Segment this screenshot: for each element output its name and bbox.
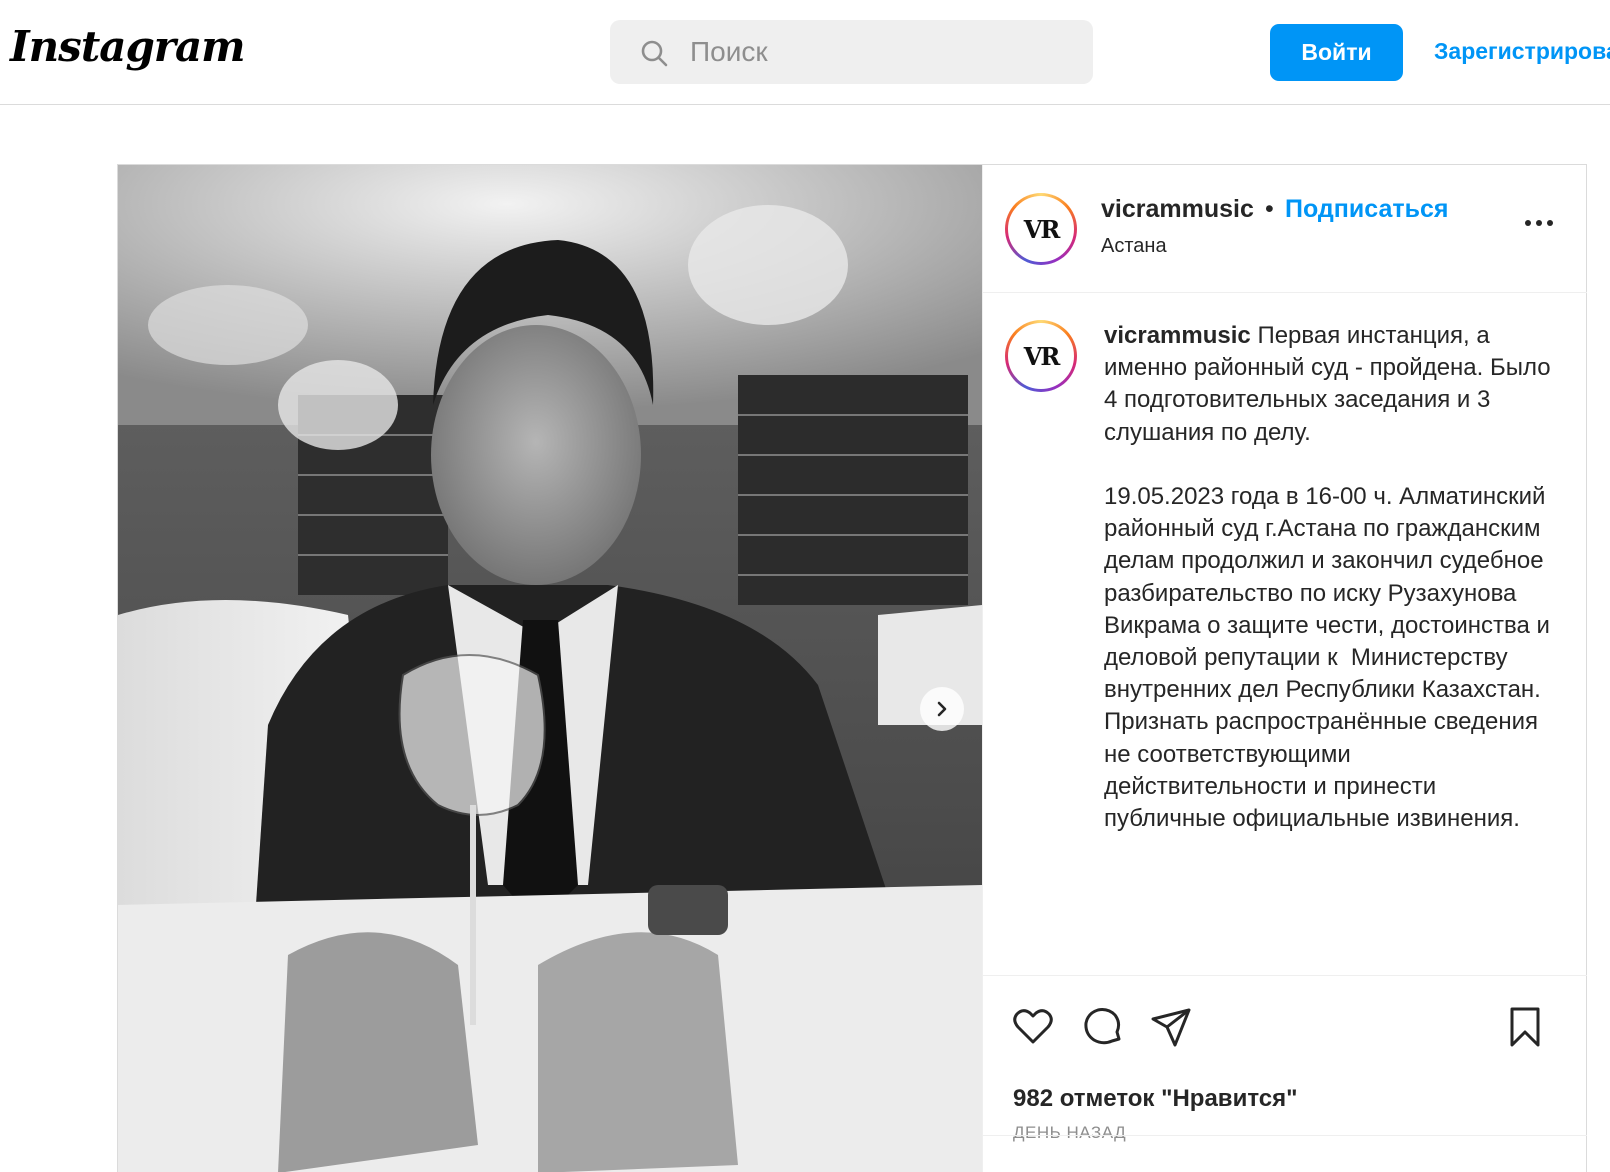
avatar[interactable]: VR (1005, 193, 1077, 265)
search-icon (641, 40, 668, 67)
search-input[interactable] (690, 20, 1070, 84)
next-photo-button[interactable] (920, 687, 964, 731)
bookmark-icon[interactable] (1503, 1005, 1547, 1049)
post-card: VR vicrammusic • Подписаться Астана VR v… (117, 164, 1587, 1172)
paper-plane-icon[interactable] (1149, 1005, 1193, 1049)
post-photo-image (118, 165, 982, 1172)
login-button[interactable]: Войти (1270, 24, 1403, 81)
post-timestamp[interactable]: ДЕНЬ НАЗАД (1013, 1123, 1126, 1143)
caption-body: Первая инстанция, а именно районный суд … (1104, 322, 1551, 833)
heart-icon[interactable] (1011, 1005, 1055, 1049)
caption-area: VR vicrammusic Первая инстанция, а именн… (983, 294, 1587, 976)
avatar-logo-text: VR (1023, 214, 1061, 244)
caption-avatar[interactable]: VR (1005, 320, 1077, 392)
post-details-panel: VR vicrammusic • Подписаться Астана VR v… (982, 165, 1587, 1172)
caption-username[interactable]: vicrammusic (1104, 322, 1251, 349)
register-link[interactable]: Зарегистрироваться (1434, 38, 1610, 65)
follow-button[interactable]: Подписаться (1285, 195, 1448, 224)
post-header: VR vicrammusic • Подписаться Астана (983, 165, 1587, 293)
post-photo[interactable] (118, 165, 982, 1172)
search-box[interactable] (610, 20, 1093, 84)
separator-dot: • (1265, 195, 1274, 223)
caption-text: vicrammusic Первая инстанция, а именно р… (1104, 320, 1554, 835)
likes-count[interactable]: 982 отметок "Нравится" (1013, 1085, 1297, 1113)
location-link[interactable]: Астана (1101, 235, 1167, 258)
caption-avatar-logo-text: VR (1023, 341, 1061, 371)
more-options-icon[interactable] (1523, 217, 1555, 229)
chevron-right-icon (937, 701, 947, 717)
comment-icon[interactable] (1081, 1005, 1125, 1049)
post-actions: 982 отметок "Нравится" ДЕНЬ НАЗАД (983, 977, 1587, 1172)
top-navigation-bar: Instagram Войти Зарегистрироваться (0, 0, 1610, 105)
divider (983, 1135, 1587, 1136)
instagram-logo[interactable]: Instagram (10, 22, 246, 71)
username-link[interactable]: vicrammusic (1101, 195, 1254, 224)
